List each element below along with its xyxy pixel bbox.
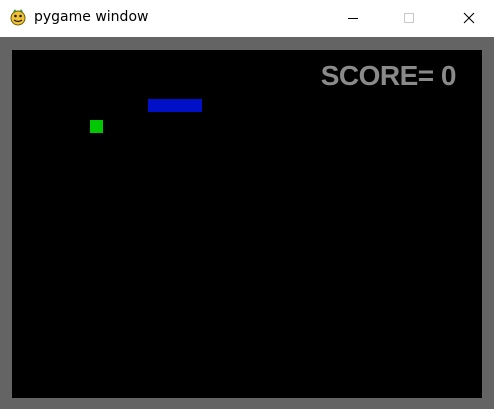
maximize-icon xyxy=(403,9,415,28)
minimize-button[interactable] xyxy=(330,0,376,37)
ball xyxy=(90,120,103,133)
score-label: SCORE= xyxy=(320,60,434,91)
maximize-button xyxy=(386,0,432,37)
close-icon xyxy=(463,9,475,28)
game-canvas[interactable]: SCORE= 0 xyxy=(12,50,482,398)
score-display: SCORE= 0 xyxy=(320,60,457,92)
minimize-icon xyxy=(347,9,359,28)
close-button[interactable] xyxy=(446,0,492,37)
pygame-snake-icon xyxy=(9,8,27,26)
pygame-window: pygame window SCORE= 0 xyxy=(0,0,494,409)
paddle xyxy=(148,99,202,112)
score-value: 0 xyxy=(440,60,457,91)
title-bar[interactable]: pygame window xyxy=(0,0,494,37)
window-title: pygame window xyxy=(34,9,149,25)
